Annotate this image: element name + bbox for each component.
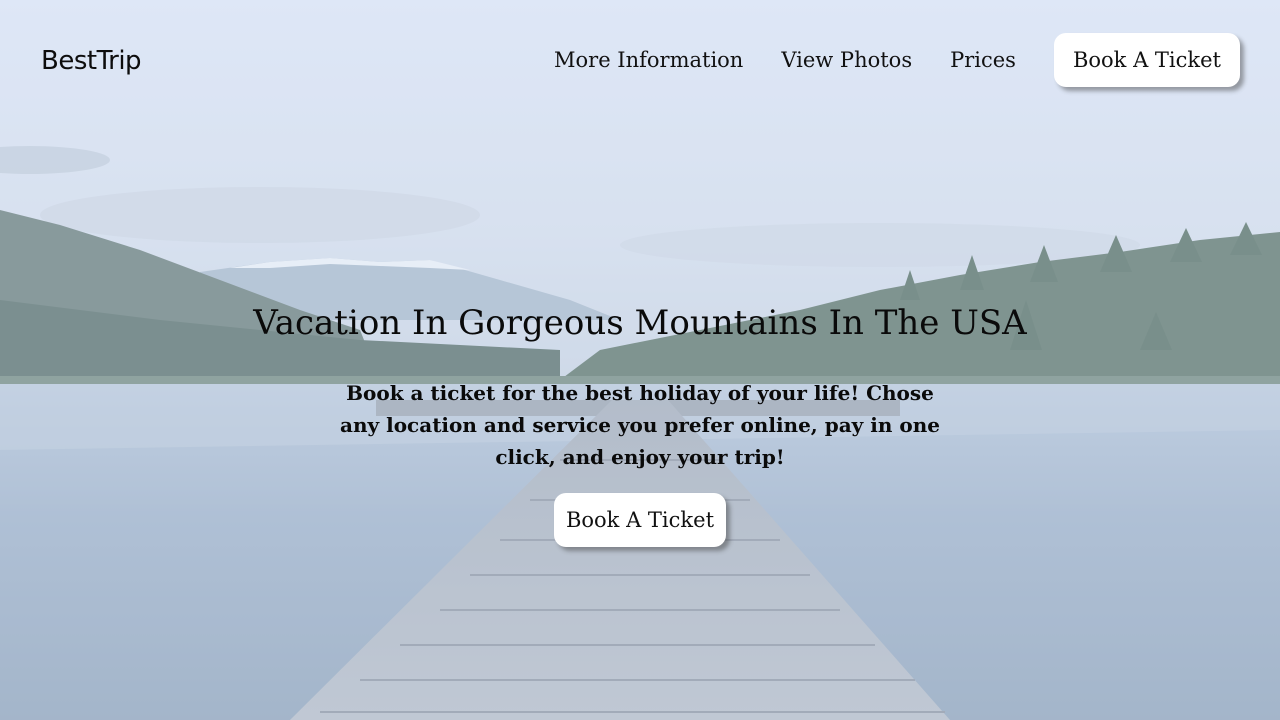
nav-link-more-information[interactable]: More Information [554, 33, 743, 87]
nav-link-prices[interactable]: Prices [950, 33, 1016, 87]
header-book-ticket-button[interactable]: Book A Ticket [1053, 33, 1240, 87]
nav-link-view-photos[interactable]: View Photos [781, 33, 912, 87]
main-nav: More Information View Photos Prices Book… [554, 33, 1240, 87]
hero-title: Vacation In Gorgeous Mountains In The US… [253, 303, 1027, 343]
hero-section: BestTrip More Information View Photos Pr… [0, 0, 1280, 720]
hero-overlay [0, 0, 1280, 720]
hero-description: Book a ticket for the best holiday of yo… [340, 381, 940, 469]
site-logo[interactable]: BestTrip [41, 44, 142, 78]
hero-book-ticket-button[interactable]: Book A Ticket [554, 493, 726, 547]
